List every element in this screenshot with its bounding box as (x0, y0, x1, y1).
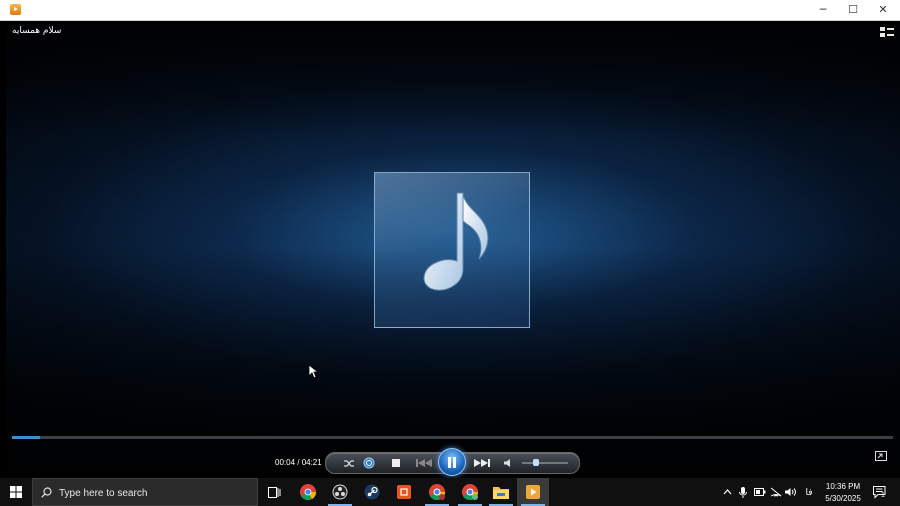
stop-button[interactable] (390, 453, 402, 473)
obs-icon (332, 484, 348, 500)
mute-button[interactable] (502, 453, 514, 473)
show-hidden-icons-button[interactable] (721, 478, 733, 506)
pause-icon (448, 456, 456, 468)
next-button[interactable] (472, 453, 492, 473)
task-view-icon (267, 486, 280, 498)
video-area[interactable]: سلام همسایه 00:04 / 04:21 (6, 21, 900, 478)
media-player-icon (526, 485, 540, 499)
maximize-button[interactable]: ☐ (838, 0, 868, 20)
minimize-button[interactable]: ─ (808, 0, 838, 20)
office-app[interactable] (388, 478, 420, 506)
network-tray[interactable] (769, 478, 783, 506)
steam-app[interactable] (356, 478, 388, 506)
wifi-icon (770, 487, 782, 497)
mini-mode-icon[interactable] (875, 451, 887, 461)
chevron-up-icon (723, 489, 731, 495)
mouse-cursor (309, 365, 319, 379)
volume-handle[interactable] (532, 459, 539, 466)
obs-app[interactable] (324, 478, 356, 506)
repeat-button[interactable] (361, 453, 377, 473)
clock-date: 5/30/2025 (825, 494, 861, 503)
previous-button[interactable] (414, 453, 434, 473)
notification-center-button[interactable]: 1 (868, 478, 892, 506)
chrome-profile-icon (462, 484, 478, 500)
shuffle-icon (344, 459, 354, 467)
speaker-icon (503, 459, 510, 467)
seek-progress (12, 436, 40, 439)
folder-icon (493, 486, 509, 499)
taskbar: Type here to search فا 10:36 PM 5/30/202… (0, 478, 900, 506)
next-icon (474, 459, 490, 467)
battery-icon (754, 488, 766, 496)
clock-time: 10:36 PM (825, 482, 861, 491)
playlist-layout-icon[interactable] (880, 26, 894, 38)
language-indicator[interactable]: فا (802, 478, 816, 506)
windows-icon (10, 486, 22, 498)
volume-icon (785, 488, 796, 496)
chrome-icon (300, 484, 316, 500)
system-clock[interactable]: 10:36 PM 5/30/2025 (818, 481, 868, 505)
music-note-icon (423, 192, 489, 291)
chrome-profile-1-app[interactable] (421, 478, 453, 506)
seek-bar[interactable] (12, 436, 893, 439)
search-icon (41, 487, 52, 498)
file-explorer-app[interactable] (485, 478, 517, 506)
track-title: سلام همسایه (12, 26, 62, 36)
chrome-app[interactable] (292, 478, 324, 506)
start-button[interactable] (0, 478, 32, 506)
notification-count: 1 (881, 492, 885, 499)
pause-button[interactable] (438, 448, 466, 476)
album-art (374, 172, 530, 328)
repeat-icon (363, 457, 375, 469)
chrome-profile-2-app[interactable] (454, 478, 486, 506)
time-display: 00:04 / 04:21 (275, 458, 322, 467)
previous-icon (416, 459, 432, 467)
task-view-button[interactable] (258, 478, 290, 506)
title-bar: ─ ☐ ✕ (0, 0, 900, 21)
chrome-profile-icon (429, 484, 445, 500)
steam-icon (364, 484, 380, 500)
office-icon (397, 485, 411, 499)
microphone-icon (739, 486, 747, 498)
search-box[interactable]: Type here to search (32, 478, 258, 506)
microphone-tray[interactable] (737, 478, 749, 506)
shuffle-button[interactable] (342, 453, 356, 473)
close-button[interactable]: ✕ (868, 0, 898, 20)
volume-tray[interactable] (784, 478, 798, 506)
battery-tray[interactable] (753, 478, 767, 506)
stop-icon (392, 459, 400, 467)
media-player-app[interactable] (517, 478, 549, 506)
search-placeholder: Type here to search (59, 488, 148, 499)
media-player-icon (10, 4, 21, 15)
volume-slider[interactable] (522, 462, 568, 464)
